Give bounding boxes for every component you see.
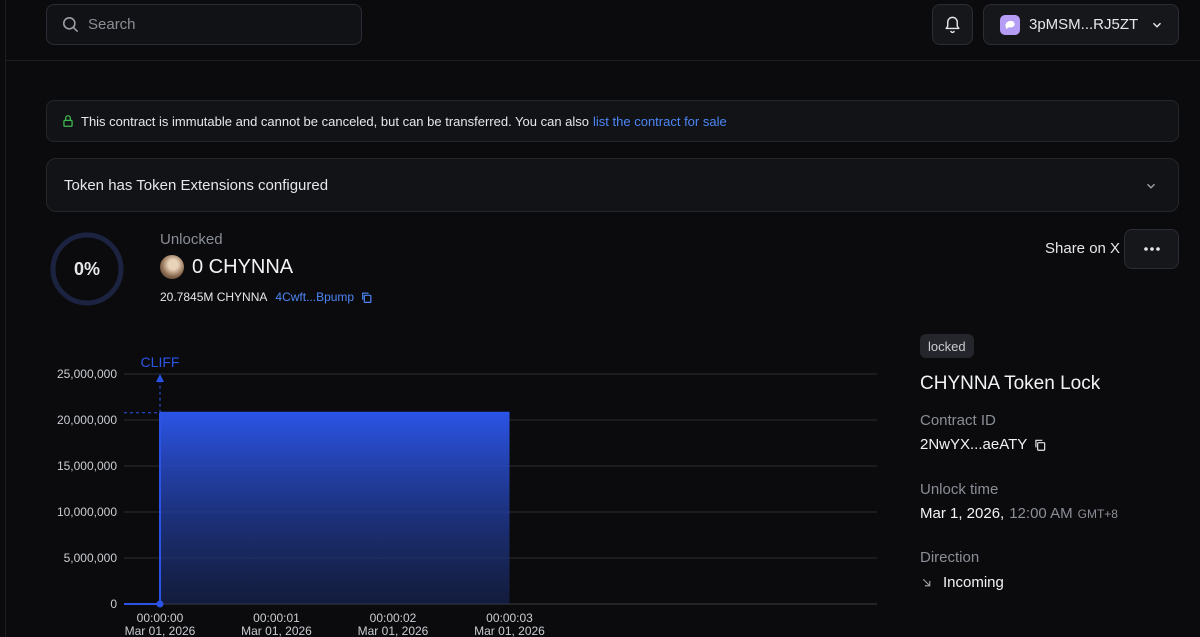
x-tick-date: Mar 01, 2026 (125, 624, 196, 637)
contract-id-row: 2NwYX...aeATY (920, 436, 1047, 453)
lock-icon (63, 115, 73, 127)
y-tick-label: 0 (110, 597, 117, 611)
more-horizontal-icon (1143, 247, 1160, 251)
cliff-point (156, 600, 164, 608)
direction-label: Direction (920, 549, 980, 566)
y-tick-label: 15,000,000 (57, 459, 117, 473)
chevron-down-icon (1146, 183, 1156, 189)
more-options-button[interactable] (1124, 229, 1179, 269)
wallet-address: 3pMSM...RJ5ZT (1029, 16, 1139, 33)
header-divider (6, 60, 1200, 61)
x-tick-date: Mar 01, 2026 (241, 624, 312, 637)
search-input[interactable] (88, 16, 338, 33)
list-for-sale-link[interactable]: list the contract for sale (593, 114, 727, 129)
token-extensions-label: Token has Token Extensions configured (64, 176, 329, 194)
unlock-clock: 12:00 AM (1009, 505, 1073, 522)
mint-address-link[interactable]: 4Cwft...Bpump (275, 290, 354, 304)
arrow-down-right-icon (922, 578, 931, 587)
unlock-schedule-chart: 25,000,000 20,000,000 15,000,000 10,000,000… (57, 354, 877, 637)
y-tick-label: 10,000,000 (57, 505, 117, 519)
unlocked-percent: 0% (73, 258, 100, 279)
copy-icon[interactable] (1033, 438, 1047, 452)
x-tick-time: 00:00:02 (370, 611, 417, 625)
search-box[interactable] (46, 4, 362, 45)
lock-title: CHYNNA Token Lock (920, 373, 1101, 394)
wallet-logo-icon (1000, 14, 1020, 35)
token-avatar (160, 255, 184, 279)
unlock-time-label: Unlock time (920, 481, 999, 498)
unlock-timezone: GMT+8 (1077, 506, 1118, 521)
notifications-button[interactable] (932, 4, 973, 45)
x-tick-time: 00:00:01 (253, 611, 300, 625)
cliff-label: CLIFF (141, 354, 180, 370)
y-tick-label: 25,000,000 (57, 367, 117, 381)
x-tick-date: Mar 01, 2026 (358, 624, 429, 637)
unlock-date: Mar 1, 2026, (920, 505, 1005, 522)
unlocked-label: Unlocked (160, 231, 223, 248)
immutable-notice: This contract is immutable and cannot be… (46, 100, 1179, 142)
token-extensions-accordion[interactable]: Token has Token Extensions configured (46, 158, 1179, 212)
search-icon (62, 16, 79, 33)
total-amount: 20.7845M CHYNNA (160, 290, 268, 304)
status-badge: locked (920, 334, 974, 358)
x-tick-time: 00:00:00 (137, 611, 184, 625)
direction-row: Incoming (920, 574, 1004, 591)
y-tick-label: 20,000,000 (57, 413, 117, 427)
contract-id-label: Contract ID (920, 412, 996, 429)
unlock-area (160, 412, 510, 604)
notice-text: This contract is immutable and cannot be… (81, 113, 590, 129)
copy-icon[interactable] (360, 291, 373, 304)
unlocked-amount: 0 CHYNNA (192, 256, 294, 278)
share-on-x-button[interactable]: Share on X (1045, 240, 1120, 257)
wallet-button[interactable]: 3pMSM...RJ5ZT (983, 4, 1179, 45)
contract-id-value: 2NwYX...aeATY (920, 436, 1028, 453)
x-tick-date: Mar 01, 2026 (474, 624, 545, 637)
token-info: 20.7845M CHYNNA 4Cwft...Bpump (160, 290, 373, 304)
unlock-time-row: Mar 1, 2026, 12:00 AM GMT+8 (920, 505, 1118, 522)
cliff-arrow (156, 374, 164, 382)
bell-icon (945, 16, 960, 34)
chevron-down-icon (1153, 22, 1162, 28)
x-tick-time: 00:00:03 (486, 611, 533, 625)
y-tick-label: 5,000,000 (64, 551, 118, 565)
direction-value: Incoming (943, 574, 1004, 591)
